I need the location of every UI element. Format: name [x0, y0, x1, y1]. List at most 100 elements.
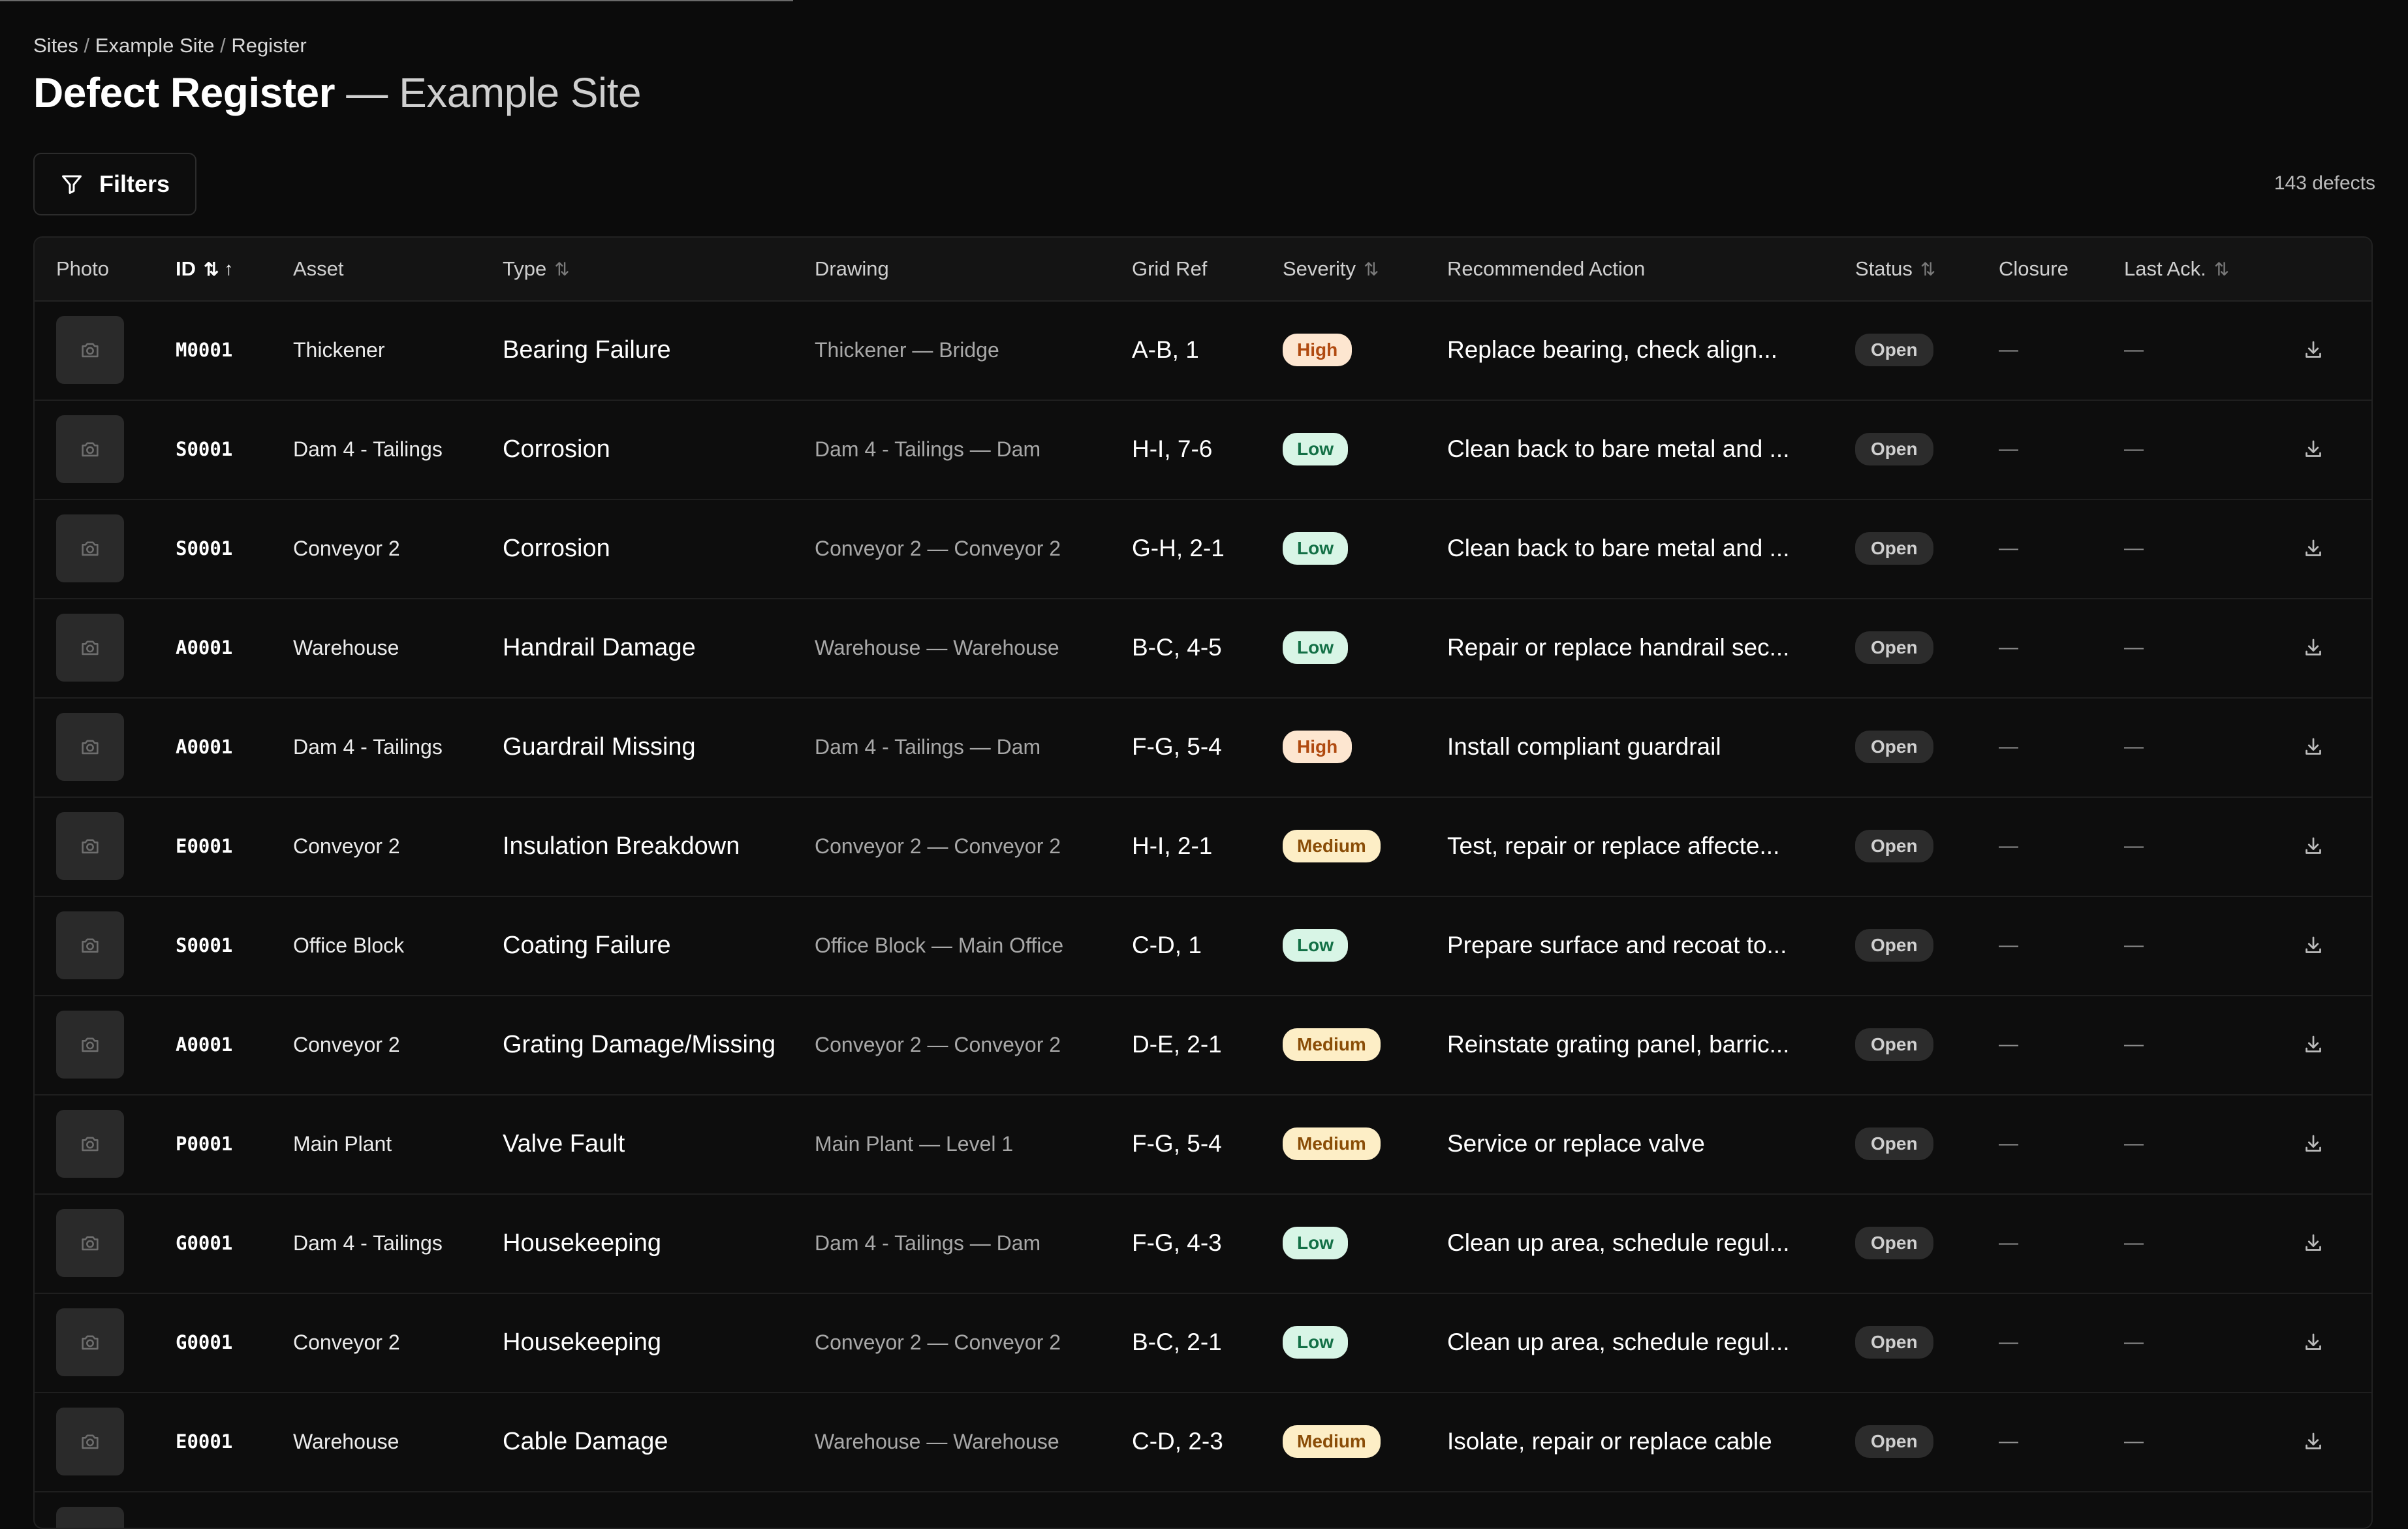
action-cell: Install compliant guardrail	[1447, 697, 1839, 796]
photo-placeholder[interactable]	[56, 1408, 124, 1475]
table-row[interactable]: A0001 Dam 4 - Tailings Guardrail Missing Da…	[35, 697, 2371, 798]
download-button[interactable]	[2302, 1193, 2325, 1293]
defect-id: S0001	[176, 537, 233, 560]
table-row[interactable]: A0001 Warehouse Handrail Damage Warehouse —…	[35, 598, 2371, 699]
last-ack-value: —	[2124, 1430, 2144, 1452]
photo-placeholder[interactable]	[56, 514, 124, 582]
id-cell: S0001	[176, 896, 232, 995]
photo-placeholder[interactable]	[56, 1507, 124, 1528]
closure-value: —	[1999, 736, 2018, 757]
drawing-cell: Conveyor 2 — Conveyor 2	[815, 1293, 1061, 1392]
closure-value: —	[1999, 1430, 2018, 1452]
status-cell: Open	[1855, 796, 1933, 896]
action-cell: Clean back to bare metal and ...	[1447, 499, 1839, 598]
photo-placeholder[interactable]	[56, 316, 124, 384]
recommended-action: Prepare surface and recoat to...	[1447, 932, 1787, 958]
photo-placeholder[interactable]	[56, 1209, 124, 1277]
photo-cell[interactable]	[56, 995, 124, 1094]
severity-cell: Low	[1283, 1293, 1348, 1392]
action-cell: Clean up area, schedule regul...	[1447, 1193, 1839, 1293]
camera-icon	[79, 1331, 101, 1353]
breadcrumb-example-site[interactable]: Example Site	[95, 34, 215, 57]
table-row[interactable]: S0001 Office Block Coating Failure Office B…	[35, 896, 2371, 996]
column-header-severity[interactable]: Severity ⇅	[1283, 238, 1379, 300]
filters-label: Filters	[99, 170, 170, 197]
filters-button[interactable]: Filters	[33, 153, 196, 215]
photo-cell[interactable]	[56, 896, 124, 995]
photo-cell[interactable]	[56, 1193, 124, 1293]
severity-cell: Medium	[1283, 796, 1381, 896]
photo-cell[interactable]	[56, 1094, 124, 1193]
table-row[interactable]	[35, 1491, 2371, 1528]
download-button[interactable]	[2302, 598, 2325, 697]
table-row[interactable]: E0001 Conveyor 2 Insulation Breakdown Conve…	[35, 796, 2371, 897]
photo-cell[interactable]	[56, 796, 124, 896]
download-button[interactable]	[2302, 697, 2325, 796]
asset-name: Dam 4 - Tailings	[293, 1231, 443, 1255]
download-button[interactable]	[2302, 796, 2325, 896]
photo-placeholder[interactable]	[56, 1308, 124, 1376]
column-header-status[interactable]: Status ⇅	[1855, 238, 1935, 300]
photo-cell[interactable]	[56, 598, 124, 697]
download-button[interactable]	[2302, 499, 2325, 598]
column-header-type[interactable]: Type ⇅	[503, 238, 570, 300]
photo-cell[interactable]	[56, 400, 124, 499]
table-row[interactable]: E0001 Warehouse Cable Damage Warehouse — Wa…	[35, 1392, 2371, 1492]
photo-placeholder[interactable]	[56, 415, 124, 483]
action-cell: Test, repair or replace affecte...	[1447, 796, 1839, 896]
severity-badge: Low	[1283, 1227, 1348, 1259]
table-row[interactable]: G0001 Conveyor 2 Housekeeping Conveyor 2 — …	[35, 1293, 2371, 1393]
table-row[interactable]: P0001 Main Plant Valve Fault Main Plant — L…	[35, 1094, 2371, 1195]
recommended-action: Clean up area, schedule regul...	[1447, 1229, 1790, 1256]
breadcrumb-sites[interactable]: Sites	[33, 34, 78, 57]
download-button[interactable]	[2302, 300, 2325, 400]
last-ack-value: —	[2124, 637, 2144, 658]
page-title-main: Defect Register	[33, 69, 336, 116]
photo-cell[interactable]	[56, 1491, 124, 1528]
photo-placeholder[interactable]	[56, 812, 124, 880]
photo-placeholder[interactable]	[56, 614, 124, 682]
photo-cell[interactable]	[56, 1293, 124, 1392]
defect-id: G0001	[176, 1232, 233, 1254]
table-row[interactable]: M0001 Thickener Bearing Failure Thickener —…	[35, 300, 2371, 401]
download-button[interactable]	[2302, 1392, 2325, 1491]
download-button[interactable]	[2302, 995, 2325, 1094]
asset-name: Dam 4 - Tailings	[293, 734, 443, 759]
photo-cell[interactable]	[56, 1392, 124, 1491]
drawing-name: Conveyor 2 — Conveyor 2	[815, 536, 1061, 560]
asset-cell: Office Block	[293, 896, 404, 995]
photo-placeholder[interactable]	[56, 1011, 124, 1079]
column-header-id[interactable]: ID ⇅ ↑	[176, 238, 233, 300]
table-row[interactable]: A0001 Conveyor 2 Grating Damage/Missing Con…	[35, 995, 2371, 1096]
column-header-last-ack[interactable]: Last Ack. ⇅	[2124, 238, 2229, 300]
severity-badge: Low	[1283, 532, 1348, 565]
drawing-name: Dam 4 - Tailings — Dam	[815, 1231, 1041, 1255]
photo-cell[interactable]	[56, 300, 124, 400]
drawing-cell: Office Block — Main Office	[815, 896, 1063, 995]
download-button[interactable]	[2302, 400, 2325, 499]
photo-cell[interactable]	[56, 499, 124, 598]
defect-type: Housekeeping	[503, 1229, 661, 1257]
severity-badge: High	[1283, 731, 1353, 763]
column-header-closure: Closure	[1999, 257, 2069, 280]
download-button[interactable]	[2302, 1293, 2325, 1392]
table-row[interactable]: S0001 Conveyor 2 Corrosion Conveyor 2 — Con…	[35, 499, 2371, 599]
grid-ref-cell: H-I, 2-1	[1132, 796, 1212, 896]
table-row[interactable]: S0001 Dam 4 - Tailings Corrosion Dam 4 - Ta…	[35, 400, 2371, 500]
column-header-asset: Asset	[293, 257, 344, 280]
table-row[interactable]: G0001 Dam 4 - Tailings Housekeeping Dam 4 -…	[35, 1193, 2371, 1294]
download-button[interactable]	[2302, 896, 2325, 995]
action-cell: Reinstate grating panel, barric...	[1447, 995, 1839, 1094]
defect-type: Grating Damage/Missing	[503, 1030, 776, 1058]
sort-icon: ⇅	[554, 259, 570, 279]
photo-placeholder[interactable]	[56, 911, 124, 979]
photo-placeholder[interactable]	[56, 1110, 124, 1178]
grid-ref: F-G, 5-4	[1132, 733, 1222, 760]
grid-ref-cell: D-E, 2-1	[1132, 995, 1222, 1094]
download-button[interactable]	[2302, 1094, 2325, 1193]
photo-placeholder[interactable]	[56, 713, 124, 781]
camera-icon	[79, 835, 101, 857]
closure-cell: —	[1999, 499, 2018, 598]
photo-cell[interactable]	[56, 697, 124, 796]
id-cell: S0001	[176, 499, 232, 598]
